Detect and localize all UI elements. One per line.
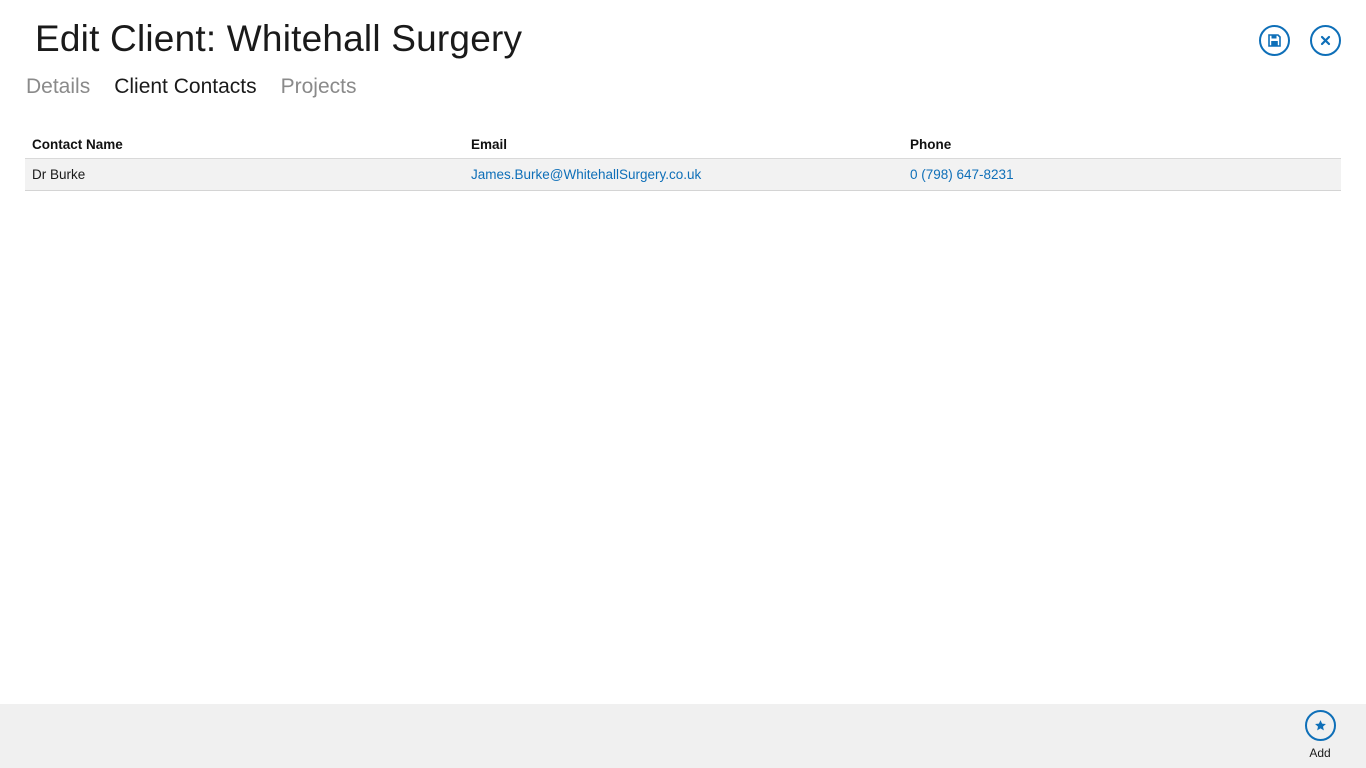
- tab-client-contacts[interactable]: Client Contacts: [114, 75, 256, 99]
- contact-name-cell: Dr Burke: [32, 167, 86, 182]
- column-header-phone[interactable]: Phone: [903, 137, 1341, 152]
- header-actions: [1259, 25, 1341, 56]
- column-header-email[interactable]: Email: [464, 137, 903, 152]
- close-icon: [1320, 35, 1331, 46]
- table-row[interactable]: Dr Burke James.Burke@WhitehallSurgery.co…: [25, 159, 1341, 191]
- star-icon: [1314, 720, 1326, 731]
- contacts-table: Contact Name Email Phone Dr Burke James.…: [25, 130, 1341, 191]
- contact-email-link[interactable]: James.Burke@WhitehallSurgery.co.uk: [464, 167, 903, 182]
- save-button[interactable]: [1259, 25, 1290, 56]
- close-button[interactable]: [1310, 25, 1341, 56]
- add-button-label: Add: [1309, 746, 1331, 760]
- column-header-contact-name[interactable]: Contact Name: [25, 137, 464, 152]
- section-tabs: Details Client Contacts Projects: [26, 75, 380, 99]
- table-header: Contact Name Email Phone: [25, 130, 1341, 159]
- edit-client-page: Edit Client: Whitehall Surgery Details C…: [0, 0, 1366, 768]
- add-button[interactable]: Add: [1300, 710, 1340, 760]
- page-title: Edit Client: Whitehall Surgery: [35, 18, 523, 59]
- contact-phone-link[interactable]: 0 (798) 647-8231: [903, 167, 1341, 182]
- save-icon: [1268, 34, 1281, 47]
- tab-details[interactable]: Details: [26, 75, 90, 99]
- tab-projects[interactable]: Projects: [281, 75, 357, 99]
- add-button-circle[interactable]: [1304, 710, 1336, 741]
- bottom-app-bar: Add: [0, 704, 1366, 768]
